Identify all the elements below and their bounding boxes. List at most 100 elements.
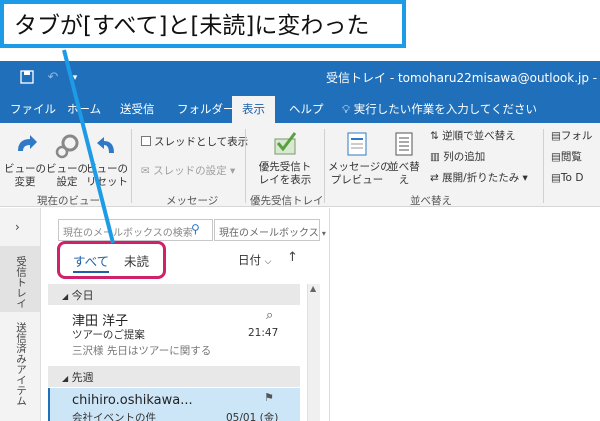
tell-me-text: 実行したい作業を入力してください xyxy=(353,102,538,116)
group-separator xyxy=(543,129,544,203)
reset-view-icon xyxy=(97,137,114,153)
message-preview-button[interactable]: メッセージの プレビュー xyxy=(328,129,391,187)
change-view-label: ビューの 変更 xyxy=(4,163,46,188)
search-input[interactable]: 現在のメールボックスの検索 xyxy=(58,219,213,241)
add-columns-label: 列の追加 xyxy=(443,151,486,163)
collapse-group-icon: ◢ xyxy=(62,374,69,383)
search-scope-select[interactable]: 現在のメールボックス ▾ xyxy=(214,219,326,241)
expand-collapse-icon: ⇄ xyxy=(430,172,439,184)
reading-pane-icon: ▤ xyxy=(551,151,561,163)
thread-settings-label: スレッドの設定 xyxy=(153,165,227,177)
nav-inbox[interactable]: 受信トレイ xyxy=(14,256,29,309)
search-scope-label: 現在のメールボックス xyxy=(219,228,319,239)
expand-collapse-button[interactable]: ⇄ 展開/折りたたみ ▾ xyxy=(430,171,528,185)
todo-bar-label: To D xyxy=(560,172,584,184)
view-settings-label: ビューの 設定 xyxy=(46,163,88,188)
menu-send-receive[interactable]: 送受信 xyxy=(120,102,155,117)
arrangement-icon xyxy=(395,132,413,156)
message-subject: ツアーのご提案 xyxy=(72,329,145,341)
nav-sent-items[interactable]: 送信済みアイテム xyxy=(14,322,29,406)
reading-pane-button[interactable]: ▤閲覧 xyxy=(551,150,582,164)
group-separator xyxy=(131,129,132,203)
message-time: 05/01 (金) xyxy=(226,412,279,421)
change-view-icon xyxy=(18,135,37,151)
message-sender: chihiro.oshikawa... xyxy=(72,393,193,408)
menu-folder[interactable]: フォルダー xyxy=(177,102,235,117)
sort-direction-icon[interactable]: ↑ xyxy=(287,250,298,265)
reading-pane-label: 閲覧 xyxy=(560,151,582,163)
group-separator xyxy=(245,129,246,203)
list-item[interactable]: chihiro.oshikawa... 会社イベントの件 ⚑ 05/01 (金) xyxy=(48,388,300,421)
menu-file[interactable]: ファイル xyxy=(10,102,56,117)
window-title: 受信トレイ - tomoharu22misawa@outlook.jp - Ou xyxy=(326,71,600,85)
reset-view-label: ビューの リセット xyxy=(86,163,128,188)
arrangement-label: 並べ替え xyxy=(388,161,420,186)
folder-pane-label: フォル xyxy=(560,130,593,142)
group-label-arrangement: 並べ替え xyxy=(410,195,452,207)
scrollbar[interactable]: ▲ xyxy=(307,284,320,421)
focused-inbox-icon xyxy=(274,132,297,155)
reset-view-button[interactable]: ビューの リセット xyxy=(86,131,128,189)
scroll-up-icon: ▲ xyxy=(310,284,317,293)
show-as-thread-label: スレッドとして表示 xyxy=(154,136,249,148)
checkbox-box xyxy=(141,136,151,146)
message-preview: 三沢様 先日はツアーに関する xyxy=(72,345,212,357)
group-label: 先週 xyxy=(71,371,94,384)
message-preview-label: メッセージの プレビュー xyxy=(328,161,391,186)
message-subject: 会社イベントの件 xyxy=(72,412,156,421)
menu-help[interactable]: ヘルプ xyxy=(289,102,324,117)
thread-settings-button[interactable]: ✉ スレッドの設定 ▾ xyxy=(141,164,235,178)
annotation-callout: タブが[すべて]と[未読]に変わった xyxy=(0,0,406,48)
flag-icon: ⚑ xyxy=(264,391,274,404)
group-label-current-view: 現在のビュー xyxy=(37,195,100,207)
chevron-down-icon: ▾ xyxy=(321,229,326,238)
search-icon[interactable]: ⚲ xyxy=(191,222,200,236)
show-as-thread-checkbox[interactable]: スレッドとして表示 xyxy=(141,135,248,149)
chevron-down-icon: ⌵ xyxy=(264,257,272,267)
gear-icon xyxy=(55,134,79,159)
sort-label: 日付 xyxy=(238,253,261,267)
save-icon[interactable] xyxy=(18,70,36,86)
search-placeholder: 現在のメールボックスの検索 xyxy=(63,228,193,239)
group-label-messages: メッセージ xyxy=(166,195,219,207)
menu-home[interactable]: ホーム xyxy=(67,102,101,117)
expand-folder-pane-icon[interactable]: › xyxy=(15,220,20,234)
ribbon: ビューの 変更 ビューの 設定 ビューの リセット 現在のビュー スレッドとして… xyxy=(0,123,600,207)
columns-icon: ▥ xyxy=(430,151,440,163)
arrangement-button[interactable]: 並べ替え xyxy=(384,129,424,187)
collapse-group-icon: ◢ xyxy=(62,292,69,301)
group-label: 今日 xyxy=(71,289,94,302)
sort-arrows-icon: ⇅ xyxy=(430,130,439,142)
menu-view[interactable]: 表示 xyxy=(232,96,275,123)
focused-inbox-button[interactable]: 優先受信ト レイを表示 xyxy=(252,129,318,187)
group-header-today[interactable]: ◢ 今日 xyxy=(48,284,300,305)
focused-inbox-label: 優先受信ト レイを表示 xyxy=(258,161,312,186)
customize-toolbar-icon[interactable]: ▾ xyxy=(66,70,84,86)
tell-me-box[interactable]: 💡︎ 実行したい作業を入力してください xyxy=(342,101,537,117)
title-bar: ↶ ▾ 受信トレイ - tomoharu22misawa@outlook.jp … xyxy=(0,61,600,96)
group-label-focused: 優先受信トレイ xyxy=(250,195,324,207)
lightbulb-icon: 💡︎ xyxy=(342,102,351,116)
reverse-sort-button[interactable]: ⇅ 逆順で並べ替え xyxy=(430,129,516,143)
folder-pane-collapsed: › 受信トレイ 送信済みアイテム xyxy=(0,208,41,421)
list-item[interactable]: 津田 洋子 ツアーのご提案 三沢様 先日はツアーに関する ⌕ 21:47 xyxy=(48,306,306,364)
tabs-highlight-frame xyxy=(57,241,166,279)
undo-icon[interactable]: ↶ xyxy=(44,70,62,86)
expand-collapse-label: 展開/折りたたみ xyxy=(442,172,520,184)
change-view-button[interactable]: ビューの 変更 xyxy=(4,131,46,189)
folder-pane-icon: ▤ xyxy=(551,130,561,142)
folder-pane-button[interactable]: ▤フォル xyxy=(551,129,592,143)
callout-text: タブが[すべて]と[未読]に変わった xyxy=(14,13,370,39)
message-time: 21:47 xyxy=(248,327,279,339)
message-preview-icon xyxy=(347,132,367,156)
paperclip-icon: ⌕ xyxy=(266,308,274,323)
thread-settings-icon: ✉ xyxy=(141,165,150,177)
sort-by-date-button[interactable]: 日付 ⌵ xyxy=(238,252,271,268)
add-columns-button[interactable]: ▥ 列の追加 xyxy=(430,150,485,164)
view-settings-button[interactable]: ビューの 設定 xyxy=(46,131,88,189)
reverse-sort-label: 逆順で並べ替え xyxy=(442,130,516,142)
menu-bar: ファイル ホーム 送受信 フォルダー 表示 ヘルプ 💡︎ 実行したい作業を入力し… xyxy=(0,96,600,123)
todo-bar-button[interactable]: ▤To D xyxy=(551,171,583,185)
group-header-last-week[interactable]: ◢ 先週 xyxy=(48,366,300,387)
reading-pane xyxy=(331,208,600,421)
